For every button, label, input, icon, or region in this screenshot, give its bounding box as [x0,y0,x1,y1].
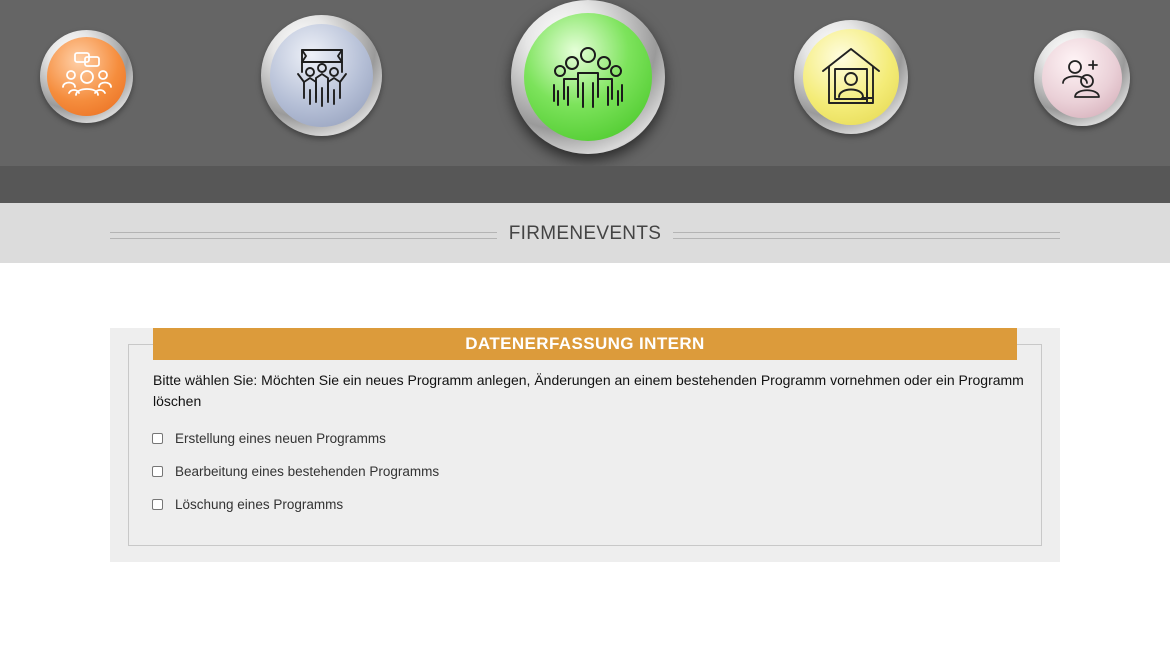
checkbox-delete-program[interactable] [152,498,163,510]
header-sub-bar [0,166,1170,203]
option-create-program[interactable]: Erstellung eines neuen Programms [152,429,386,447]
option-delete-program[interactable]: Löschung eines Programms [152,495,343,513]
form-panel: DATENERFASSUNG INTERN Bitte wählen Sie: … [110,328,1060,562]
company-group-icon [553,47,623,108]
top-navigation-bar [0,0,1170,166]
form-question: Bitte wählen Sie: Möchten Sie ein neues … [153,372,1024,409]
option-edit-program[interactable]: Bearbeitung eines bestehenden Programms [152,462,439,480]
home-office-user-icon [822,48,880,104]
add-user-icon [1062,60,1100,98]
nav-button-team-celebration[interactable] [261,15,382,136]
option-label: Löschung eines Programms [175,496,344,512]
nav-button-discussion[interactable] [40,30,133,123]
checkbox-create-program[interactable] [152,432,163,444]
nav-button-company-group[interactable] [511,0,665,154]
nav-button-home-office[interactable] [794,20,908,134]
option-label: Bearbeitung eines bestehenden Programms [175,463,440,479]
nav-button-add-user[interactable] [1034,30,1130,126]
checkbox-edit-program[interactable] [152,465,163,477]
page-title-band: FIRMENEVENTS [0,203,1170,263]
group-discussion-icon [61,51,112,96]
page-title: FIRMENEVENTS [496,223,674,244]
option-label: Erstellung eines neuen Programms [175,430,386,446]
team-celebration-icon [296,48,347,107]
form-legend: DATENERFASSUNG INTERN [153,328,1017,360]
